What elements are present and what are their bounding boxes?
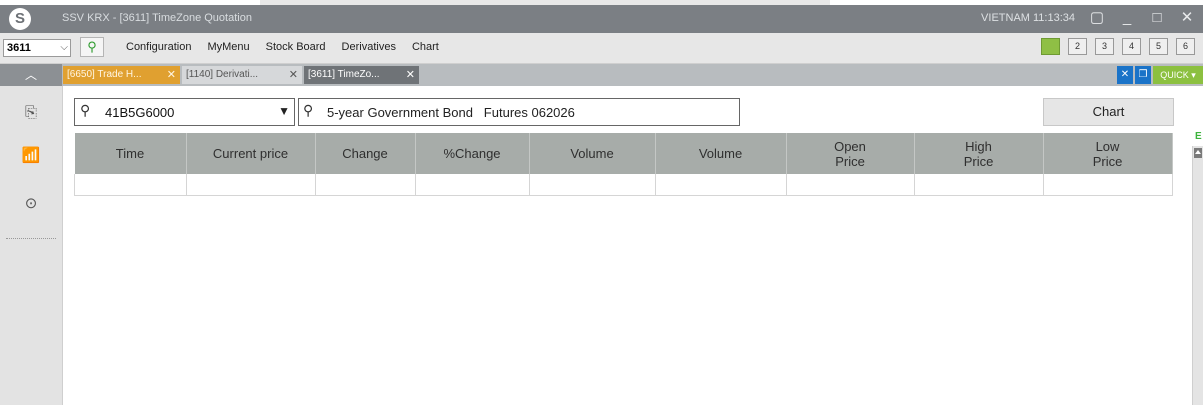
column-header[interactable]: Change [315, 133, 416, 174]
chart-icon[interactable]: 📶 [21, 146, 41, 166]
table-cell [186, 174, 316, 196]
table-cell [315, 174, 416, 196]
table-cell [529, 174, 656, 196]
search-icon[interactable]: ⚲ [80, 102, 90, 119]
monitor-4-icon[interactable]: 4 [1122, 38, 1141, 55]
minimize-icon[interactable]: _ [1119, 8, 1135, 30]
monitor-5-icon[interactable]: 5 [1149, 38, 1168, 55]
sidebar-divider [6, 238, 56, 239]
close-all-icon[interactable]: ✕ [1117, 66, 1133, 84]
scroll-marker: E [1195, 131, 1202, 142]
more-icon[interactable]: ⊙ [21, 194, 41, 214]
quick-button[interactable]: QUICK ▾ [1153, 66, 1203, 84]
instrument-name-field[interactable]: ⚲ 5-year Government Bond Futures 062026 [298, 98, 740, 126]
menu-derivatives[interactable]: Derivatives [342, 41, 412, 53]
quotation-table: Time Current price Change %Change Volume… [74, 133, 1173, 196]
tab-derivatives[interactable]: [1140] Derivati... ✕ [182, 66, 302, 84]
monitor-3-icon[interactable]: 3 [1095, 38, 1114, 55]
region-clock[interactable]: VIETNAM 11:13:34 [981, 12, 1075, 24]
tab-timezone[interactable]: [3611] TimeZo... ✕ [304, 66, 419, 84]
table-cell [415, 174, 530, 196]
column-header[interactable]: Current price [186, 133, 316, 174]
scroll-up-icon[interactable] [1194, 148, 1202, 158]
column-header[interactable]: High Price [914, 133, 1044, 174]
table-cell [655, 174, 787, 196]
chevron-down-icon[interactable]: ⌵ [60, 40, 68, 56]
title-bar: S SSV KRX - [3611] TimeZone Quotation VI… [0, 5, 1203, 33]
close-tab-icon[interactable]: ✕ [289, 66, 298, 84]
column-header[interactable]: Volume [655, 133, 787, 174]
column-header[interactable]: Open Price [786, 133, 915, 174]
column-header[interactable]: Time [74, 133, 187, 174]
search-icon[interactable]: ⚲ [303, 102, 313, 119]
table-cell [914, 174, 1044, 196]
column-header[interactable]: %Change [415, 133, 530, 174]
menu-mymenu[interactable]: MyMenu [207, 41, 265, 53]
collapse-icon[interactable]: ︿ [0, 64, 62, 86]
restore-window-icon[interactable]: ❐ [1135, 66, 1151, 84]
table-cell [1043, 174, 1173, 196]
table-row[interactable] [74, 174, 1173, 196]
menu-chart[interactable]: Chart [412, 41, 455, 53]
menu-configuration[interactable]: Configuration [126, 41, 207, 53]
window-title: SSV KRX - [3611] TimeZone Quotation [62, 12, 252, 24]
sidebar: ⎘ 📶 ⊙ [0, 86, 63, 405]
dropdown-arrow-icon[interactable]: ▼ [278, 104, 290, 118]
close-icon[interactable]: ✕ [1179, 8, 1195, 30]
screen-code-input[interactable]: 3611 ⌵ [3, 39, 71, 57]
table-cell [74, 174, 187, 196]
vertical-scrollbar[interactable] [1192, 146, 1203, 405]
close-tab-icon[interactable]: ✕ [167, 66, 176, 84]
monitor-6-icon[interactable]: 6 [1176, 38, 1195, 55]
menu-bar: 3611 ⌵ ⚲ Configuration MyMenu Stock Board… [0, 33, 1203, 64]
table-cell [786, 174, 915, 196]
close-tab-icon[interactable]: ✕ [406, 66, 415, 84]
tab-bar: ︿ [6650] Trade H... ✕ [1140] Derivati... ✕… [0, 64, 1203, 86]
monitor-1-icon[interactable] [1041, 38, 1060, 55]
menu-stock-board[interactable]: Stock Board [266, 41, 342, 53]
chart-button[interactable]: Chart [1043, 98, 1174, 126]
column-header[interactable]: Low Price [1043, 133, 1173, 174]
search-icon[interactable]: ⚲ [80, 37, 104, 57]
tab-trade-history[interactable]: [6650] Trade H... ✕ [63, 66, 180, 84]
restore-icon[interactable]: ▢ [1089, 8, 1105, 30]
column-header[interactable]: Volume [529, 133, 656, 174]
code-input[interactable]: ⚲ 41B5G6000 ▼ [74, 98, 295, 126]
maximize-icon[interactable]: □ [1149, 8, 1165, 30]
monitor-2-icon[interactable]: 2 [1068, 38, 1087, 55]
app-logo-icon: S [9, 8, 31, 30]
futures-icon[interactable]: ⎘ [21, 103, 41, 123]
